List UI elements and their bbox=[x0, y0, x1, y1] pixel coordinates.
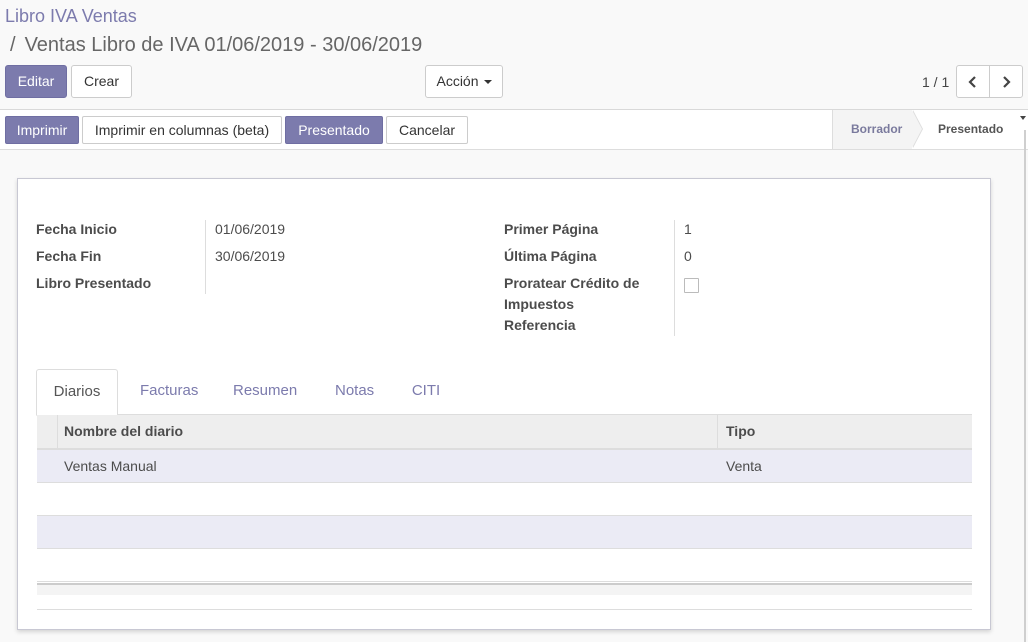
stage-presentado: Presentado bbox=[912, 110, 1028, 149]
table-row[interactable]: Ventas Manual Venta bbox=[37, 450, 972, 483]
journal-name-cell: Ventas Manual bbox=[64, 458, 157, 474]
breadcrumb-separator: / bbox=[10, 34, 16, 56]
label-referencia: Referencia bbox=[504, 317, 576, 333]
action-dropdown[interactable]: Acción bbox=[425, 65, 503, 98]
print-button[interactable]: Imprimir bbox=[5, 116, 79, 144]
breadcrumb-current: / Ventas Libro de IVA 01/06/2019 - 30/06/… bbox=[10, 34, 422, 56]
journals-table: Nombre del diario Tipo Ventas Manual Ven… bbox=[37, 415, 972, 610]
fecha-fin-value: 30/06/2019 bbox=[215, 248, 286, 264]
tab-resumen[interactable]: Resumen bbox=[233, 369, 297, 415]
field-separator bbox=[205, 220, 206, 294]
print-columns-button[interactable]: Imprimir en columnas (beta) bbox=[82, 116, 282, 144]
chevron-right-icon bbox=[1003, 76, 1011, 89]
label-ultima-pagina: Última Página bbox=[504, 248, 597, 264]
row-handle-column bbox=[37, 415, 58, 448]
cancel-button[interactable]: Cancelar bbox=[386, 116, 468, 144]
journal-type-cell: Venta bbox=[726, 458, 762, 474]
column-header-tipo[interactable]: Tipo bbox=[726, 415, 755, 448]
scrollbar[interactable] bbox=[1024, 130, 1026, 642]
mark-presented-button[interactable]: Presentado bbox=[285, 116, 383, 144]
tab-facturas[interactable]: Facturas bbox=[140, 369, 198, 415]
label-proratear: Proratear Crédito de Impuestos bbox=[504, 275, 640, 312]
form-statusbar: Imprimir Imprimir en columnas (beta) Pre… bbox=[0, 110, 1028, 150]
primer-pagina-value: 1 bbox=[684, 221, 692, 237]
edit-button[interactable]: Editar bbox=[5, 65, 67, 98]
status-stages: Borrador Presentado bbox=[832, 110, 1028, 150]
record-title: Ventas Libro de IVA 01/06/2019 - 30/06/2… bbox=[24, 34, 423, 56]
label-fecha-fin: Fecha Fin bbox=[36, 248, 102, 264]
column-header-nombre[interactable]: Nombre del diario bbox=[64, 415, 183, 448]
scroll-up-arrow-icon[interactable] bbox=[1020, 116, 1026, 120]
proratear-checkbox[interactable] bbox=[684, 278, 699, 293]
control-panel: Libro IVA Ventas / Ventas Libro de IVA 01… bbox=[0, 0, 1028, 110]
table-row-empty bbox=[37, 483, 972, 516]
chevron-left-icon bbox=[968, 76, 976, 89]
table-footer bbox=[37, 583, 972, 595]
pager-next-button[interactable] bbox=[989, 65, 1023, 98]
table-row-empty bbox=[37, 549, 972, 582]
caret-down-icon bbox=[483, 80, 492, 85]
label-fecha-inicio: Fecha Inicio bbox=[36, 221, 117, 237]
tab-diarios[interactable]: Diarios bbox=[36, 369, 118, 416]
tab-citi[interactable]: CITI bbox=[411, 369, 441, 415]
table-row-empty bbox=[37, 516, 972, 549]
field-separator bbox=[674, 220, 675, 336]
notebook-tabs: Diarios Facturas Resumen Notas CITI bbox=[36, 369, 972, 416]
tab-notas[interactable]: Notas bbox=[335, 369, 374, 415]
table-bottom-border bbox=[37, 609, 972, 610]
column-divider bbox=[717, 415, 718, 448]
stage-borrador[interactable]: Borrador bbox=[832, 110, 923, 149]
breadcrumb-parent-link[interactable]: Libro IVA Ventas bbox=[5, 5, 137, 27]
table-header: Nombre del diario Tipo bbox=[37, 415, 972, 450]
label-libro-presentado: Libro Presentado bbox=[36, 275, 152, 291]
action-dropdown-label: Acción bbox=[436, 73, 479, 89]
ultima-pagina-value: 0 bbox=[684, 248, 692, 264]
pager-value[interactable]: 1 / 1 bbox=[922, 74, 949, 90]
pager-previous-button[interactable] bbox=[956, 65, 990, 98]
form-sheet: Fecha Inicio Fecha Fin Libro Presentado … bbox=[17, 178, 991, 630]
fecha-inicio-value: 01/06/2019 bbox=[215, 221, 286, 237]
label-primer-pagina: Primer Página bbox=[504, 221, 599, 237]
create-button[interactable]: Crear bbox=[71, 65, 132, 98]
